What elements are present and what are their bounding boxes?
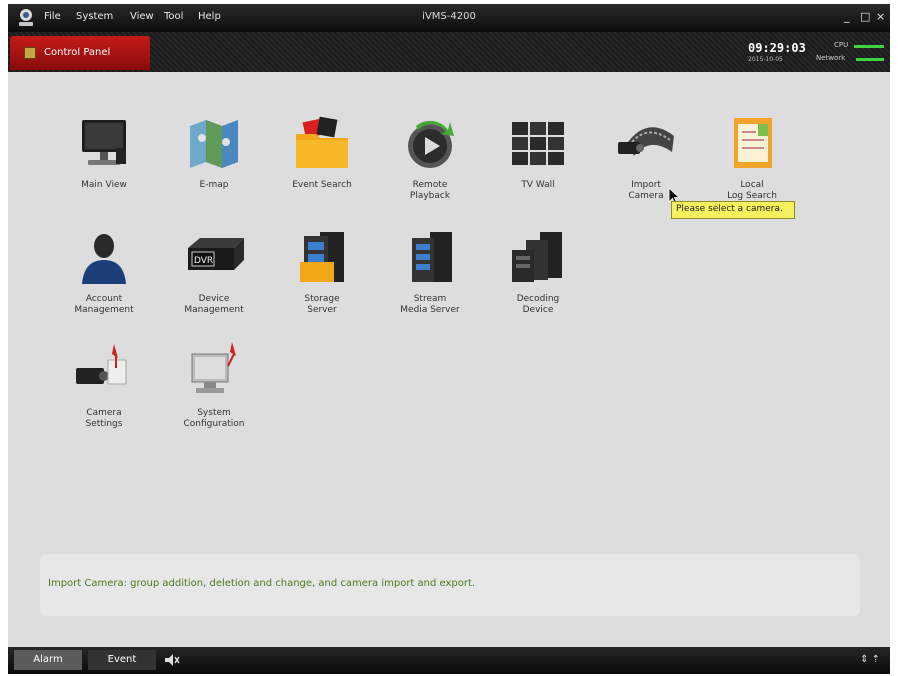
module-label: Main View <box>81 180 127 190</box>
module-decoding-device[interactable]: Decoding Device <box>488 226 588 316</box>
module-log-search[interactable]: Local Log Search <box>702 112 802 202</box>
cpu-label: CPU <box>834 41 849 49</box>
module-tv-wall[interactable]: TV Wall <box>488 112 588 191</box>
module-label: System Configuration <box>183 408 245 429</box>
event-button[interactable]: Event <box>88 650 156 670</box>
camera-settings-icon <box>76 344 127 385</box>
storage-server-icon <box>300 232 344 282</box>
tab-bar: Control Panel 09:29:03 2015-10-05 CPU Ne… <box>8 32 890 72</box>
control-panel-icon <box>24 47 36 59</box>
module-label: Decoding Device <box>516 294 560 315</box>
module-label: Event Search <box>292 180 352 190</box>
maximize-button[interactable]: □ <box>860 10 870 23</box>
user-icon <box>82 234 126 284</box>
close-button[interactable]: × <box>876 10 885 23</box>
module-camera-settings[interactable]: Camera Settings <box>54 340 154 430</box>
alarm-button[interactable]: Alarm <box>14 650 82 670</box>
system-config-icon <box>191 342 236 393</box>
module-label: Import Camera <box>628 180 664 201</box>
app-window: File System View Tool Help iVMS-4200 _ □… <box>8 4 890 674</box>
module-account-management[interactable]: Account Management <box>54 226 154 316</box>
log-book-icon <box>734 118 772 168</box>
control-panel-content: Main View E-map Event Search Remote Play… <box>8 72 890 647</box>
module-import-camera[interactable]: Import Camera <box>596 112 696 202</box>
description-text: Import Camera: group addition, deletion … <box>48 578 476 589</box>
module-label: E-map <box>199 180 229 190</box>
clock-date: 2015-10-05 <box>748 56 783 63</box>
module-label: Storage Server <box>304 294 340 315</box>
module-event-search[interactable]: Event Search <box>272 112 372 191</box>
tab-control-panel[interactable]: Control Panel <box>10 36 150 70</box>
module-label: Account Management <box>74 294 134 315</box>
module-e-map[interactable]: E-map <box>164 112 264 191</box>
tooltip: Please select a camera. <box>671 201 795 219</box>
svg-text:DVR: DVR <box>194 256 213 266</box>
module-system-configuration[interactable]: System Configuration <box>164 340 264 430</box>
module-storage-server[interactable]: Storage Server <box>272 226 372 316</box>
monitor-icon <box>82 120 126 165</box>
module-stream-media-server[interactable]: Stream Media Server <box>380 226 480 316</box>
module-label: Device Management <box>184 294 244 315</box>
minimize-button[interactable]: _ <box>844 10 850 23</box>
module-main-view[interactable]: Main View <box>54 112 154 191</box>
dvr-icon: DVR <box>188 238 244 270</box>
bottom-bar: Alarm Event ⇕ ⇡ <box>8 647 890 674</box>
module-label: Local Log Search <box>727 180 777 201</box>
window-title: iVMS-4200 <box>422 11 476 22</box>
playback-icon <box>408 120 454 168</box>
map-icon <box>190 120 238 168</box>
title-bar: File System View Tool Help iVMS-4200 _ □… <box>8 4 890 32</box>
module-remote-playback[interactable]: Remote Playback <box>380 112 480 202</box>
network-meter <box>856 58 884 61</box>
module-label: Stream Media Server <box>400 294 460 315</box>
network-label: Network <box>816 54 846 62</box>
tv-wall-icon <box>512 122 564 165</box>
decoder-icon <box>512 232 562 282</box>
module-device-management[interactable]: DVR Device Management <box>164 226 264 316</box>
clock-time: 09:29:03 <box>748 41 806 55</box>
description-panel: Import Camera: group addition, deletion … <box>40 554 860 616</box>
stream-server-icon <box>412 232 452 282</box>
module-label: Remote Playback <box>409 180 451 201</box>
speaker-mute-icon[interactable] <box>164 653 180 667</box>
module-label: Camera Settings <box>85 408 123 429</box>
camera-film-icon <box>618 127 674 156</box>
panel-toggle-icon[interactable]: ⇕ ⇡ <box>860 654 880 665</box>
cpu-meter <box>854 45 884 48</box>
tab-label: Control Panel <box>44 47 111 58</box>
folder-icon <box>296 116 348 168</box>
module-label: TV Wall <box>521 180 555 190</box>
